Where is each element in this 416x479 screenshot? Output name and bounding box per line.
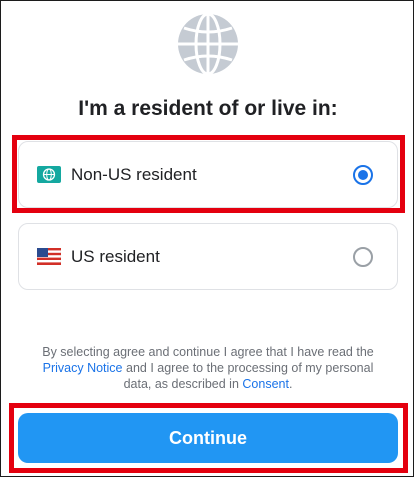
option-label: US resident [71, 246, 160, 266]
us-flag-icon [37, 248, 61, 265]
option-non-us-resident[interactable]: Non-US resident [18, 141, 398, 208]
continue-button[interactable]: Continue [18, 413, 398, 463]
privacy-notice-link[interactable]: Privacy Notice [43, 361, 123, 375]
globe-icon [178, 12, 238, 76]
page-title: I'm a resident of or live in: [78, 97, 338, 120]
consent-link[interactable]: Consent [242, 377, 289, 391]
option-label: Non-US resident [71, 164, 197, 184]
radio-selected[interactable] [353, 164, 373, 185]
consent-text-part: . [288, 377, 293, 391]
consent-text: By selecting agree and continue I agree … [28, 344, 388, 392]
consent-text-part: By selecting agree and continue I agree … [42, 345, 374, 359]
option-us-resident[interactable]: US resident [18, 223, 398, 290]
radio-unselected[interactable] [353, 246, 373, 267]
globe-flag-icon [37, 166, 61, 183]
